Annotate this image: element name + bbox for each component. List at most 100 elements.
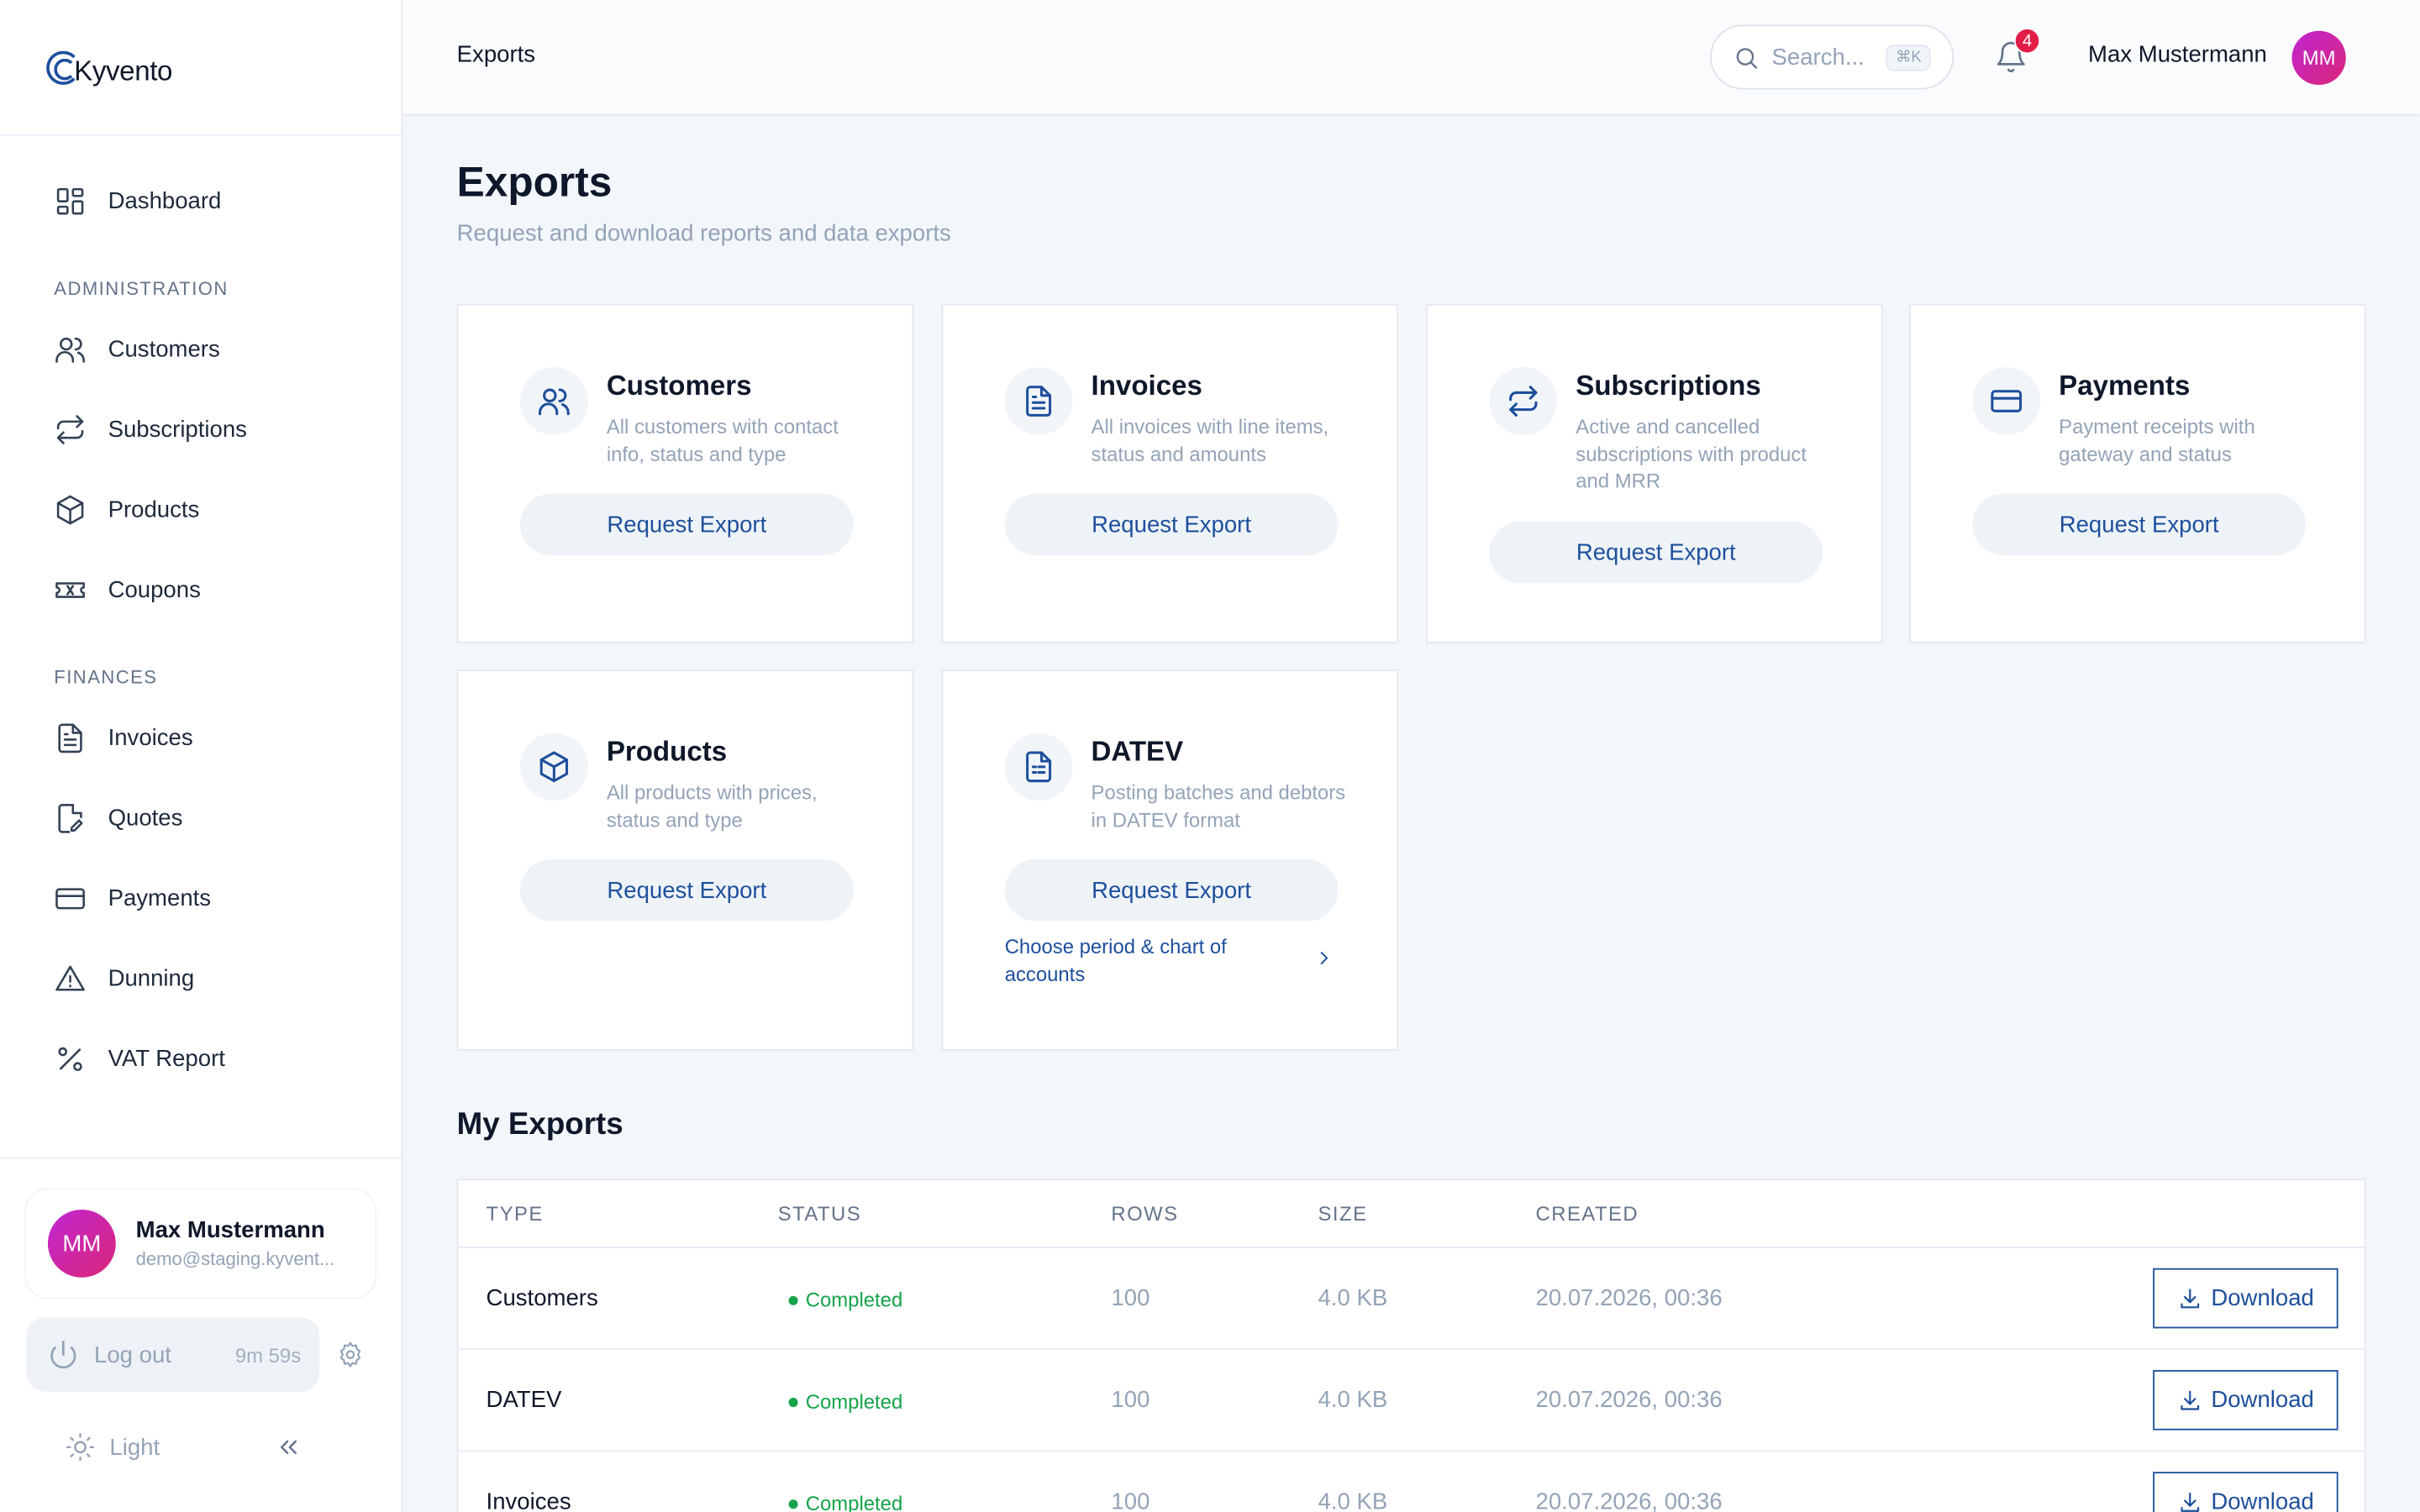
request-export-button[interactable]: Request Export bbox=[1004, 493, 1339, 556]
sidebar-item-products[interactable]: Products bbox=[0, 469, 402, 549]
card-description: Posting batches and debtors in DATEV for… bbox=[1091, 780, 1346, 832]
settings-button[interactable] bbox=[336, 1341, 364, 1368]
file-edit-icon bbox=[58, 803, 83, 832]
export-card-subscriptions: Subscriptions Active and cancelled subsc… bbox=[1426, 303, 1883, 643]
sidebar-item-label: Subscriptions bbox=[108, 415, 247, 443]
card-description: Payment receipts with gateway and status bbox=[2059, 415, 2255, 465]
card-icon bbox=[1004, 367, 1073, 435]
warning-icon bbox=[55, 964, 85, 990]
download-button[interactable]: Download bbox=[2153, 1369, 2338, 1431]
top-bar: Exports Search... ⌘K 4 Max Mustermann MM bbox=[402, 0, 2420, 116]
users-icon bbox=[539, 388, 570, 416]
document-icon bbox=[1026, 386, 1052, 417]
column-header-status[interactable]: STATUS bbox=[778, 1202, 861, 1226]
cell-size: 4.0 KB bbox=[1318, 1284, 1388, 1312]
sidebar-item-customers[interactable]: Customers bbox=[0, 308, 402, 389]
sidebar-nav: Dashboard ADMINISTRATION Customers Subsc… bbox=[0, 136, 402, 1099]
header-user-name[interactable]: Max Mustermann bbox=[2088, 42, 2267, 68]
sidebar-item-label: Products bbox=[108, 496, 200, 522]
my-exports-title: My Exports bbox=[456, 1107, 623, 1142]
header-avatar[interactable]: MM bbox=[2291, 30, 2346, 86]
gear-icon bbox=[339, 1341, 361, 1368]
table-row: Invoices Completed 100 4.0 KB 20.07.2026… bbox=[458, 1452, 2364, 1512]
request-export-button[interactable]: Request Export bbox=[1972, 493, 2307, 556]
download-icon bbox=[2180, 1389, 2199, 1410]
status-badge: Completed bbox=[789, 1390, 902, 1414]
download-label: Download bbox=[2211, 1488, 2314, 1512]
repeat-icon bbox=[56, 414, 84, 444]
column-header-type[interactable]: TYPE bbox=[487, 1202, 544, 1226]
column-header-created[interactable]: CREATED bbox=[1536, 1202, 1639, 1226]
card-title: Products bbox=[606, 736, 728, 767]
cell-type: Invoices bbox=[486, 1488, 571, 1512]
credit-card-icon bbox=[1991, 390, 2023, 412]
request-export-button[interactable]: Request Export bbox=[519, 859, 854, 921]
exports-table: TYPE STATUS ROWS SIZE CREATED Customers … bbox=[456, 1179, 2366, 1512]
logo[interactable]: Kyvento bbox=[0, 0, 402, 136]
download-button[interactable]: Download bbox=[2153, 1268, 2338, 1329]
logout-button[interactable]: Log out 9m 59s bbox=[26, 1317, 320, 1392]
search-input[interactable]: Search... ⌘K bbox=[1710, 24, 1954, 90]
card-title: Payments bbox=[2059, 370, 2191, 402]
download-icon bbox=[2180, 1288, 2199, 1308]
page-title: Exports bbox=[456, 159, 613, 206]
table-row: DATEV Completed 100 4.0 KB 20.07.2026, 0… bbox=[458, 1350, 2365, 1452]
card-description: All customers with contact info, status … bbox=[606, 415, 839, 465]
card-title: Invoices bbox=[1091, 370, 1202, 402]
download-button[interactable]: Download bbox=[2153, 1472, 2338, 1512]
sidebar-item-invoices[interactable]: Invoices bbox=[0, 697, 402, 778]
user-info: Max Mustermann demo@staging.kyvent... bbox=[136, 1217, 335, 1269]
card-icon bbox=[1004, 732, 1073, 801]
export-card-datev: DATEV Posting batches and debtors in DAT… bbox=[941, 669, 1399, 1051]
sidebar: Kyvento Dashboard ADMINISTRATION Custome… bbox=[0, 0, 403, 1512]
user-card[interactable]: MM Max Mustermann demo@staging.kyvent... bbox=[26, 1189, 376, 1298]
choose-period-link[interactable]: Choose period & chart of accounts bbox=[1005, 933, 1339, 987]
package-icon bbox=[539, 751, 569, 783]
column-header-size[interactable]: SIZE bbox=[1318, 1202, 1368, 1226]
sidebar-item-quotes[interactable]: Quotes bbox=[0, 778, 402, 858]
request-export-button[interactable]: Request Export bbox=[519, 493, 854, 556]
search-placeholder: Search... bbox=[1771, 44, 1865, 71]
notifications-button[interactable]: 4 bbox=[1994, 28, 2041, 82]
user-name: Max Mustermann bbox=[135, 1217, 325, 1244]
sidebar-item-dunning[interactable]: Dunning bbox=[0, 938, 402, 1019]
cell-created: 20.07.2026, 00:36 bbox=[1535, 1488, 1723, 1512]
search-shortcut: ⌘K bbox=[1886, 44, 1931, 71]
percent-icon bbox=[58, 1046, 82, 1071]
ticket-icon bbox=[55, 581, 85, 597]
sidebar-section-administration: ADMINISTRATION bbox=[54, 277, 229, 300]
export-card-customers: Customers All customers with contact inf… bbox=[456, 303, 914, 643]
sidebar-item-vat-report[interactable]: VAT Report bbox=[0, 1018, 402, 1099]
sidebar-section-finances: FINANCES bbox=[54, 666, 158, 689]
sidebar-item-subscriptions[interactable]: Subscriptions bbox=[0, 389, 402, 470]
power-icon bbox=[50, 1340, 76, 1369]
cell-rows: 100 bbox=[1111, 1284, 1150, 1312]
card-icon bbox=[519, 367, 588, 435]
sun-icon bbox=[66, 1433, 95, 1462]
collapse-sidebar-button[interactable] bbox=[275, 1433, 302, 1468]
notification-badge: 4 bbox=[2013, 28, 2041, 55]
request-export-button[interactable]: Request Export bbox=[1489, 521, 1823, 584]
sidebar-item-dashboard[interactable]: Dashboard bbox=[0, 160, 402, 241]
column-header-rows[interactable]: ROWS bbox=[1111, 1202, 1178, 1226]
dashboard-icon bbox=[56, 187, 84, 214]
avatar: MM bbox=[47, 1209, 116, 1278]
sidebar-item-payments[interactable]: Payments bbox=[0, 858, 402, 938]
chevrons-left-icon bbox=[280, 1440, 297, 1454]
choose-period-label: Choose period & chart of accounts bbox=[1004, 935, 1227, 985]
card-title: DATEV bbox=[1091, 736, 1184, 767]
status-badge: Completed bbox=[789, 1289, 902, 1312]
theme-toggle[interactable]: Light bbox=[65, 1431, 160, 1462]
card-icon bbox=[1489, 367, 1558, 435]
card-title: Customers bbox=[606, 370, 752, 402]
document-icon bbox=[58, 722, 82, 753]
sidebar-item-coupons[interactable]: Coupons bbox=[0, 549, 402, 630]
repeat-icon bbox=[1509, 386, 1538, 417]
status-badge: Completed bbox=[789, 1492, 902, 1512]
sidebar-item-label: Coupons bbox=[108, 576, 201, 603]
chevron-right-icon bbox=[1320, 952, 1328, 964]
export-card-products: Products All products with prices, statu… bbox=[456, 669, 914, 1051]
cell-type: DATEV bbox=[486, 1387, 562, 1414]
request-export-button[interactable]: Request Export bbox=[1004, 859, 1339, 921]
header-title: Exports bbox=[456, 41, 536, 68]
